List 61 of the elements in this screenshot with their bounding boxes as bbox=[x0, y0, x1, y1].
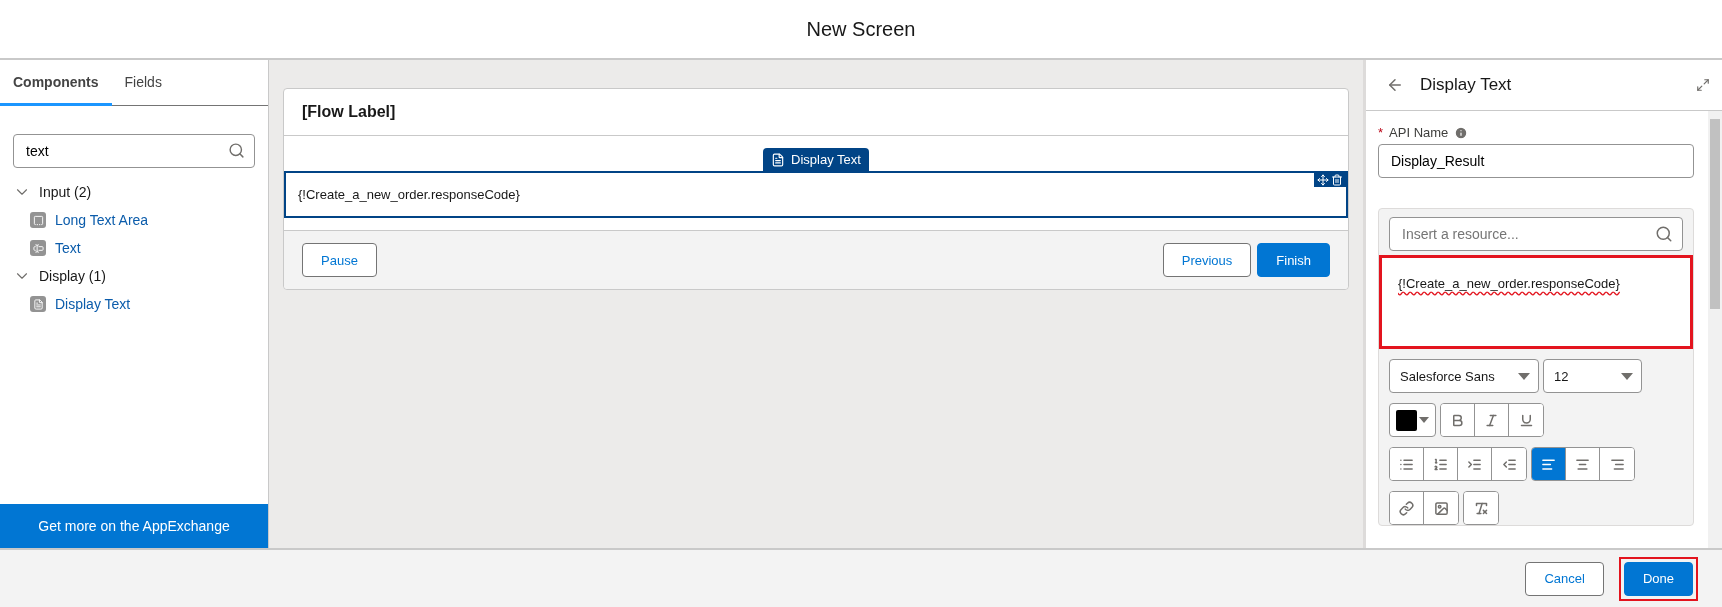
font-select[interactable]: Salesforce Sans bbox=[1389, 359, 1539, 393]
required-mark: * bbox=[1378, 125, 1384, 140]
flow-label: [Flow Label] bbox=[284, 89, 1348, 136]
dropdown-icon bbox=[1621, 372, 1633, 380]
flow-nav-button[interactable]: Pause bbox=[302, 243, 377, 277]
numbered-list-icon bbox=[1433, 456, 1448, 472]
align-center-icon bbox=[1575, 456, 1590, 472]
component-icon bbox=[30, 240, 46, 256]
sidebar-tab[interactable]: Components bbox=[0, 60, 112, 106]
component-icon bbox=[30, 296, 46, 312]
align-right-icon bbox=[1609, 456, 1625, 472]
api-name-field[interactable]: Display_Result bbox=[1378, 144, 1694, 178]
bulleted-list-icon bbox=[1399, 456, 1414, 472]
window-title: New Screen bbox=[806, 17, 916, 41]
tree-group-header[interactable]: Display (1) bbox=[0, 262, 268, 290]
text-color-button[interactable] bbox=[1389, 403, 1436, 437]
flow-nav-button[interactable]: Previous bbox=[1162, 243, 1252, 277]
color-swatch-icon bbox=[1396, 409, 1417, 431]
indent-icon bbox=[1467, 456, 1482, 472]
font-size-select[interactable]: 12 bbox=[1543, 359, 1642, 393]
bulleted-list-button[interactable] bbox=[1390, 448, 1424, 480]
expand-icon[interactable] bbox=[1696, 78, 1710, 92]
scrollbar[interactable] bbox=[1708, 111, 1722, 548]
panel-title: Display Text bbox=[1420, 75, 1513, 95]
tree-group-header[interactable]: Input (2) bbox=[0, 178, 268, 206]
clear-formatting-icon bbox=[1473, 500, 1489, 516]
back-icon[interactable] bbox=[1386, 76, 1404, 94]
footer-button[interactable]: Done bbox=[1623, 561, 1693, 596]
display-text-icon bbox=[771, 152, 786, 167]
text-editor-area[interactable]: {!Create_a_new_order.responseCode} bbox=[1379, 255, 1693, 349]
underline-icon bbox=[1518, 412, 1534, 428]
dropdown-icon bbox=[1419, 417, 1429, 423]
component-item[interactable]: Text bbox=[0, 234, 268, 262]
link-button[interactable] bbox=[1390, 492, 1424, 524]
clear-formatting-button[interactable] bbox=[1464, 492, 1498, 524]
search-field[interactable]: text bbox=[13, 134, 255, 168]
component-item[interactable]: Long Text Area bbox=[0, 206, 268, 234]
sidebar-tab[interactable]: Fields bbox=[111, 60, 175, 106]
footer-button[interactable]: Cancel bbox=[1525, 561, 1604, 596]
align-left-button[interactable] bbox=[1532, 448, 1566, 480]
search-icon bbox=[228, 142, 245, 159]
display-text-component[interactable]: {!Create_a_new_order.responseCode} bbox=[284, 171, 1348, 218]
dropdown-icon bbox=[1518, 372, 1530, 380]
info-icon[interactable] bbox=[1454, 125, 1469, 140]
align-left-icon bbox=[1541, 456, 1556, 472]
bold-icon bbox=[1450, 412, 1465, 428]
search-icon bbox=[1655, 225, 1673, 243]
component-item[interactable]: Display Text bbox=[0, 290, 268, 318]
appexchange-link[interactable]: Get more on the AppExchange bbox=[0, 504, 268, 548]
resource-search-field[interactable]: Insert a resource... bbox=[1389, 217, 1683, 251]
link-icon bbox=[1399, 500, 1414, 516]
flow-nav-button[interactable]: Finish bbox=[1257, 243, 1330, 277]
component-icon bbox=[30, 212, 46, 228]
move-icon[interactable] bbox=[1317, 174, 1329, 186]
field-label: API Name bbox=[1389, 125, 1449, 140]
outdent-icon bbox=[1501, 456, 1517, 472]
component-tag: Display Text bbox=[763, 148, 869, 171]
bold-button[interactable] bbox=[1441, 404, 1475, 436]
delete-icon[interactable] bbox=[1331, 174, 1343, 186]
italic-icon bbox=[1484, 412, 1499, 428]
image-icon bbox=[1433, 500, 1449, 516]
